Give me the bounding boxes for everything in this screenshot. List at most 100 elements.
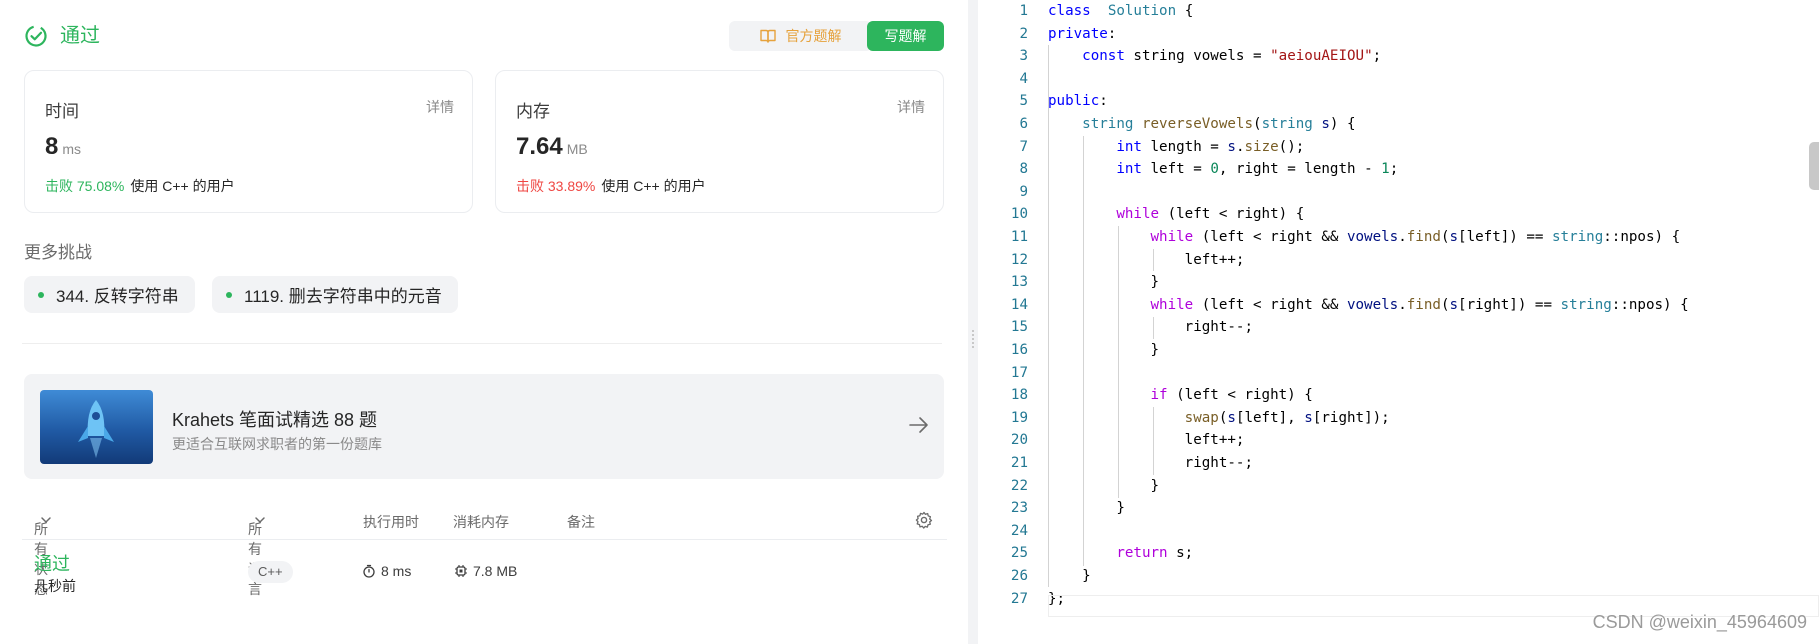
line-number: 7: [1019, 138, 1028, 155]
code-text: left++;: [1048, 251, 1245, 268]
memory-detail-link[interactable]: 详情: [897, 97, 925, 117]
code-text: const string vowels = "aeiouAEIOU";: [1082, 48, 1382, 65]
code-line[interactable]: 8 int left = 0, right = length - 1;: [978, 158, 1819, 181]
challenge-chip[interactable]: 1119. 删去字符串中的元音: [212, 276, 458, 313]
stopwatch-icon: [363, 564, 375, 578]
panel-resize-handle[interactable]: [968, 0, 978, 644]
chip-icon: [455, 565, 467, 577]
watermark: CSDN @weixin_45964609: [1592, 612, 1807, 632]
line-number: 26: [1010, 568, 1028, 584]
code-line[interactable]: 23 }: [978, 497, 1819, 520]
code-line[interactable]: 10 while (left < right) {: [978, 203, 1819, 226]
line-number: 1: [1019, 3, 1028, 19]
official-solution-label: 官方题解: [785, 28, 842, 44]
study-plan-banner[interactable]: Krahets 笔面试精选 88 题 更适合互联网求职者的第一份题库: [24, 374, 944, 479]
divider: [22, 343, 942, 344]
runtime-cell-value: 8 ms: [381, 563, 412, 579]
code-text: }: [1048, 274, 1160, 291]
code-line[interactable]: 12 left++;: [978, 249, 1819, 272]
language-filter[interactable]: 所有语言: [248, 512, 266, 597]
official-solution-button[interactable]: 官方题解: [729, 21, 872, 51]
arrow-right-icon: [909, 417, 928, 433]
code-editor[interactable]: 1 class Solution {2 private: 3 const string…: [978, 0, 1819, 644]
result-status: 通过: [60, 25, 100, 47]
code-text: }: [1048, 500, 1125, 517]
code-line[interactable]: 17: [978, 362, 1819, 385]
challenge-chip[interactable]: 344. 反转字符串: [24, 276, 195, 313]
line-number: 24: [1010, 522, 1028, 539]
memory-cell: 7.8 MB: [454, 563, 517, 579]
line-number: 13: [1010, 274, 1028, 291]
submission-result-panel: 通过 官方题解 写题解 时间 详情 8 ms 击败 75.08% 使用 C++ 的用…: [0, 0, 968, 644]
code-line[interactable]: 4: [978, 68, 1819, 91]
line-number: 4: [1019, 70, 1028, 87]
code-line[interactable]: 5 public:: [978, 90, 1819, 113]
runtime-column-header: 执行用时: [363, 514, 419, 530]
memory-card: 内存 详情 7.64 MB 击败 33.89% 使用 C++ 的用户: [495, 70, 944, 213]
runtime-value: 8: [45, 133, 59, 160]
code-text: left++;: [1048, 432, 1245, 449]
code-line[interactable]: 22 }: [978, 475, 1819, 498]
rocket-cover-image: [40, 390, 153, 464]
runtime-detail-link[interactable]: 详情: [426, 97, 454, 117]
more-challenges-title: 更多挑战: [24, 243, 92, 262]
banner-title: Krahets 笔面试精选 88 题: [172, 410, 378, 430]
editor-scrollbar[interactable]: [1809, 142, 1819, 190]
write-solution-label: 写题解: [884, 28, 927, 44]
runtime-cell: 8 ms: [362, 563, 411, 579]
line-number: 15: [1010, 319, 1028, 336]
code-line[interactable]: 16 }: [978, 339, 1819, 362]
challenge-label: 1119. 删去字符串中的元音: [244, 287, 442, 306]
code-line[interactable]: 6 string reverseVowels(string s) {: [978, 113, 1819, 136]
submission-status-link[interactable]: 通过: [34, 550, 70, 576]
code-text: int length = s.size();: [1116, 138, 1305, 155]
line-number: 23: [1010, 500, 1028, 517]
runtime-beat: 击败 75.08% 使用 C++ 的用户: [45, 176, 235, 196]
code-line[interactable]: 25 return s;: [978, 542, 1819, 565]
runtime-beat-percent: 击败 75.08%: [45, 178, 125, 194]
code-text: while (left < right) {: [1116, 206, 1305, 223]
memory-beat-suffix: 使用 C++ 的用户: [601, 178, 706, 194]
line-number: 27: [1010, 590, 1028, 607]
code-line[interactable]: 2 private:: [978, 23, 1819, 46]
memory-beat: 击败 33.89% 使用 C++ 的用户: [516, 176, 706, 196]
code-line[interactable]: 1 class Solution {: [978, 0, 1819, 23]
code-line[interactable]: 24: [978, 520, 1819, 543]
code-line[interactable]: 15 right--;: [978, 316, 1819, 339]
status-filter[interactable]: 所有状态: [34, 512, 52, 597]
code-line[interactable]: 11 while (left < right && vowels.find(s[…: [978, 226, 1819, 249]
code-line[interactable]: 7 int length = s.size();: [978, 136, 1819, 159]
memory-cell-value: 7.8 MB: [473, 563, 518, 579]
code-line[interactable]: 21 right--;: [978, 452, 1819, 475]
write-solution-button[interactable]: 写题解: [867, 21, 944, 51]
code-line[interactable]: 9: [978, 181, 1819, 204]
line-number: 6: [1019, 116, 1028, 132]
code-line[interactable]: 26 }: [978, 565, 1819, 588]
code-line[interactable]: 20 left++;: [978, 429, 1819, 452]
table-row[interactable]: 通过 几秒前 C++ 8 ms 7.8 MB: [22, 540, 947, 606]
code-line[interactable]: 19 swap(s[left], s[right]);: [978, 407, 1819, 430]
line-number: 18: [1010, 387, 1028, 404]
code-text: }: [1048, 568, 1091, 584]
code-line[interactable]: 13 }: [978, 271, 1819, 294]
code-text: public:: [1048, 93, 1108, 110]
line-number: 22: [1010, 477, 1028, 494]
gear-icon[interactable]: [915, 511, 933, 529]
line-number: 19: [1010, 409, 1028, 426]
line-number: 20: [1010, 432, 1028, 449]
code-text: right--;: [1048, 319, 1253, 336]
code-line[interactable]: 18 if (left < right) {: [978, 384, 1819, 407]
notes-column-header: 备注: [567, 514, 595, 530]
indent-guide: [1153, 407, 1154, 475]
line-number: 10: [1010, 206, 1028, 223]
code-text: return s;: [1116, 545, 1194, 562]
code-line[interactable]: 3 const string vowels = "aeiouAEIOU";: [978, 45, 1819, 68]
check-circle-icon: [25, 25, 47, 47]
runtime-label: 时间: [45, 102, 79, 121]
submissions-header: 所有状态 所有语言 执行用时 消耗内存 备注: [22, 505, 947, 597]
code-text: while (left < right && vowels.find(s[lef…: [1150, 229, 1681, 245]
banner-subtitle: 更适合互联网求职者的第一份题库: [172, 436, 382, 452]
code-line[interactable]: 14 while (left < right && vowels.find(s[…: [978, 294, 1819, 317]
memory-value-block: 7.64 MB: [516, 133, 588, 161]
bullet-dot-icon: [38, 291, 44, 298]
